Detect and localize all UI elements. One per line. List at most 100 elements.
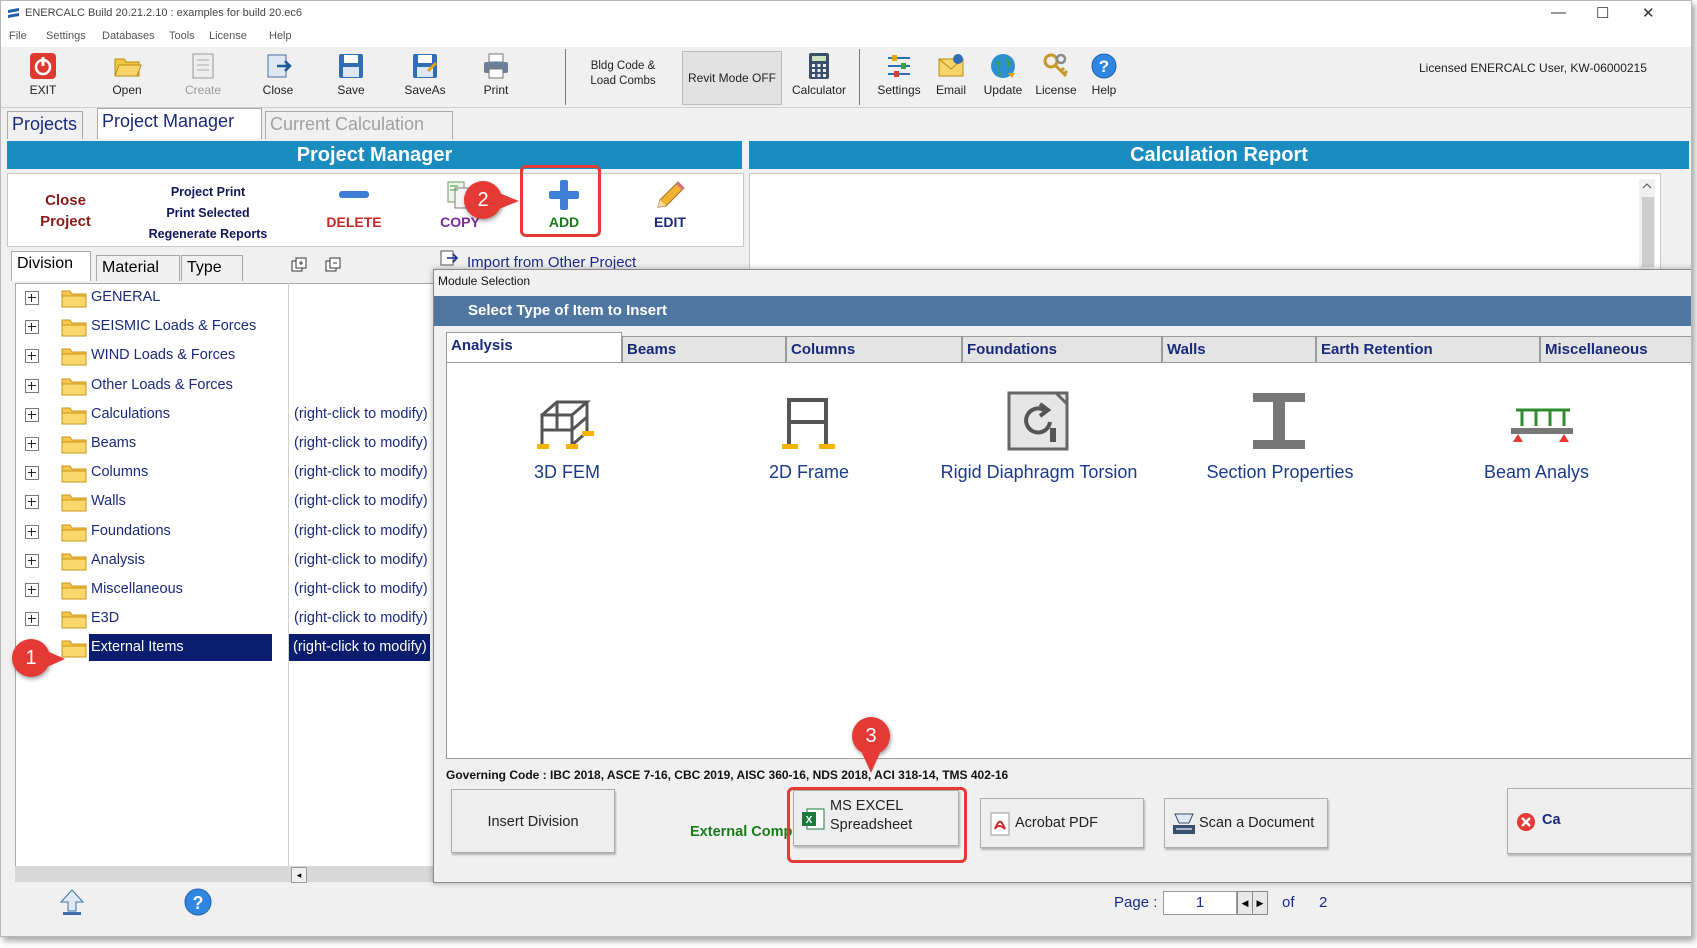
print-selected-button[interactable]: Print Selected	[138, 203, 278, 224]
section-properties-icon	[1253, 393, 1305, 449]
acrobat-pdf-button[interactable]: Acrobat PDF	[980, 798, 1144, 848]
project-print-button[interactable]: Project Print	[138, 182, 278, 203]
cancel-button[interactable]: Ca	[1507, 788, 1691, 854]
expand-plus-icon[interactable]	[25, 553, 39, 568]
expand-plus-icon[interactable]	[25, 378, 39, 393]
tree-row[interactable]: GENERAL	[15, 284, 435, 312]
tab-projects[interactable]: Projects	[7, 111, 83, 139]
expand-plus-icon[interactable]	[25, 349, 39, 364]
tab-division[interactable]: Division	[11, 251, 91, 281]
menu-license[interactable]: License	[209, 30, 247, 42]
create-button[interactable]: Create	[173, 51, 233, 97]
help-button[interactable]: ? Help	[1074, 51, 1134, 97]
edit-button[interactable]: EDIT	[630, 180, 710, 230]
delete-button[interactable]: DELETE	[314, 180, 394, 230]
expand-plus-icon[interactable]	[25, 583, 39, 597]
expand-plus-icon[interactable]	[25, 466, 39, 481]
tab-type[interactable]: Type	[181, 255, 243, 281]
open-label: Open	[112, 83, 142, 97]
saveas-button[interactable]: SaveAs	[395, 51, 455, 97]
tree-row[interactable]: Walls (right-click to modify)	[15, 488, 435, 516]
tree-row[interactable]: E3D (right-click to modify)	[15, 605, 435, 633]
expand-plus-icon[interactable]	[25, 291, 39, 305]
expand-plus-icon[interactable]	[25, 407, 39, 422]
report-scrollbar-thumb[interactable]	[1642, 197, 1654, 267]
close-project-button[interactable]: Close Project	[28, 190, 103, 232]
tab-miscellaneous[interactable]: Miscellaneous	[1540, 336, 1691, 362]
tree-row[interactable]: SEISMIC Loads & Forces	[15, 313, 435, 341]
expand-all-icon[interactable]	[291, 257, 307, 273]
2d-frame-icon	[782, 398, 835, 449]
tab-beams-module[interactable]: Beams	[622, 336, 786, 362]
svg-text:?: ?	[1099, 57, 1109, 76]
module-section-properties[interactable]: Section Properties	[1190, 390, 1370, 483]
maximize-button[interactable]: ☐	[1596, 4, 1609, 22]
tab-project-manager[interactable]: Project Manager	[97, 108, 262, 139]
tree-row[interactable]: Columns (right-click to modify)	[15, 459, 435, 487]
folder-icon	[61, 551, 87, 571]
update-button[interactable]: Update	[973, 51, 1033, 97]
calculator-button[interactable]: Calculator	[789, 51, 849, 97]
bldg-code-line2: Load Combs	[590, 75, 656, 87]
tree-row[interactable]: Beams (right-click to modify)	[15, 430, 435, 458]
page-number-input[interactable]: 1	[1163, 891, 1237, 915]
scan-document-label: Scan a Document	[1199, 815, 1315, 831]
menu-file[interactable]: File	[9, 30, 27, 42]
email-button[interactable]: Email	[921, 51, 981, 97]
tree-row[interactable]: Analysis (right-click to modify)	[15, 547, 435, 575]
calculation-report-header: Calculation Report	[749, 141, 1689, 169]
tab-material[interactable]: Material	[96, 255, 180, 281]
tab-earth-retention[interactable]: Earth Retention	[1316, 336, 1540, 362]
tab-foundations[interactable]: Foundations	[962, 336, 1162, 362]
project-actions-panel: Close Project Project Print Print Select…	[7, 173, 744, 247]
tree-row[interactable]: External Items (right-click to modify)	[15, 634, 435, 662]
scroll-left-icon[interactable]: ◂	[291, 867, 307, 883]
tab-current-calculation[interactable]: Current Calculation	[265, 111, 453, 139]
save-button[interactable]: Save	[321, 51, 381, 97]
expand-plus-icon[interactable]	[25, 495, 39, 510]
tree-row[interactable]: Other Loads & Forces	[15, 372, 435, 400]
open-button[interactable]: Open	[97, 51, 157, 97]
tab-analysis[interactable]: Analysis	[446, 332, 622, 364]
revit-mode-button[interactable]: Revit Mode OFF	[682, 51, 782, 105]
module-2d-frame[interactable]: 2D Frame	[744, 390, 874, 483]
regenerate-reports-button[interactable]: Regenerate Reports	[138, 224, 278, 245]
help-circle-icon[interactable]: ?	[183, 887, 213, 917]
tab-columns[interactable]: Columns	[786, 336, 962, 362]
print-button[interactable]: Print	[466, 51, 526, 97]
tree-row[interactable]: Miscellaneous (right-click to modify)	[15, 576, 435, 604]
menu-tools[interactable]: Tools	[169, 30, 195, 42]
module-3d-fem[interactable]: 3D FEM	[502, 390, 632, 483]
collapse-all-icon[interactable]	[325, 257, 341, 273]
expand-plus-icon[interactable]	[25, 437, 39, 451]
page-next-arrow-icon[interactable]: ▶	[1252, 891, 1268, 915]
tab-walls[interactable]: Walls	[1162, 336, 1316, 362]
module-rigid-diaphragm-torsion[interactable]: Rigid Diaphragm Torsion	[934, 390, 1144, 483]
tree-row-hint: (right-click to modify)	[294, 405, 428, 422]
menu-help[interactable]: Help	[269, 30, 292, 42]
tree-row[interactable]: WIND Loads & Forces	[15, 342, 435, 370]
close-window-button[interactable]: ✕	[1642, 4, 1655, 22]
enercalc-window: ENERCALC Build 20.21.2.10 : examples for…	[0, 0, 1692, 937]
menu-settings[interactable]: Settings	[46, 30, 86, 42]
tree-row[interactable]: Foundations (right-click to modify)	[15, 518, 435, 546]
tree-horizontal-scrollbar[interactable]	[15, 866, 435, 882]
page-prev-arrow-icon[interactable]: ◀	[1237, 891, 1253, 915]
expand-plus-icon[interactable]	[25, 320, 39, 335]
expand-plus-icon[interactable]	[25, 612, 39, 627]
exit-button[interactable]: EXIT	[13, 51, 73, 97]
menu-databases[interactable]: Databases	[102, 30, 155, 42]
bldg-code-button[interactable]: Bldg Code & Load Combs	[573, 59, 673, 89]
move-up-icon[interactable]	[57, 887, 87, 917]
close-button[interactable]: Close	[248, 51, 308, 97]
tree-row[interactable]: Calculations (right-click to modify)	[15, 401, 435, 429]
module-beam-analysis[interactable]: Beam Analys	[1484, 390, 1614, 483]
scan-document-button[interactable]: Scan a Document	[1164, 798, 1328, 848]
scroll-up-icon[interactable]	[1641, 181, 1653, 191]
insert-division-button[interactable]: Insert Division	[451, 789, 615, 853]
settings-button[interactable]: Settings	[869, 51, 929, 97]
import-icon	[440, 250, 459, 266]
module-section-properties-label: Section Properties	[1206, 462, 1354, 482]
minimize-button[interactable]: —	[1551, 4, 1566, 21]
expand-plus-icon[interactable]	[25, 524, 39, 539]
